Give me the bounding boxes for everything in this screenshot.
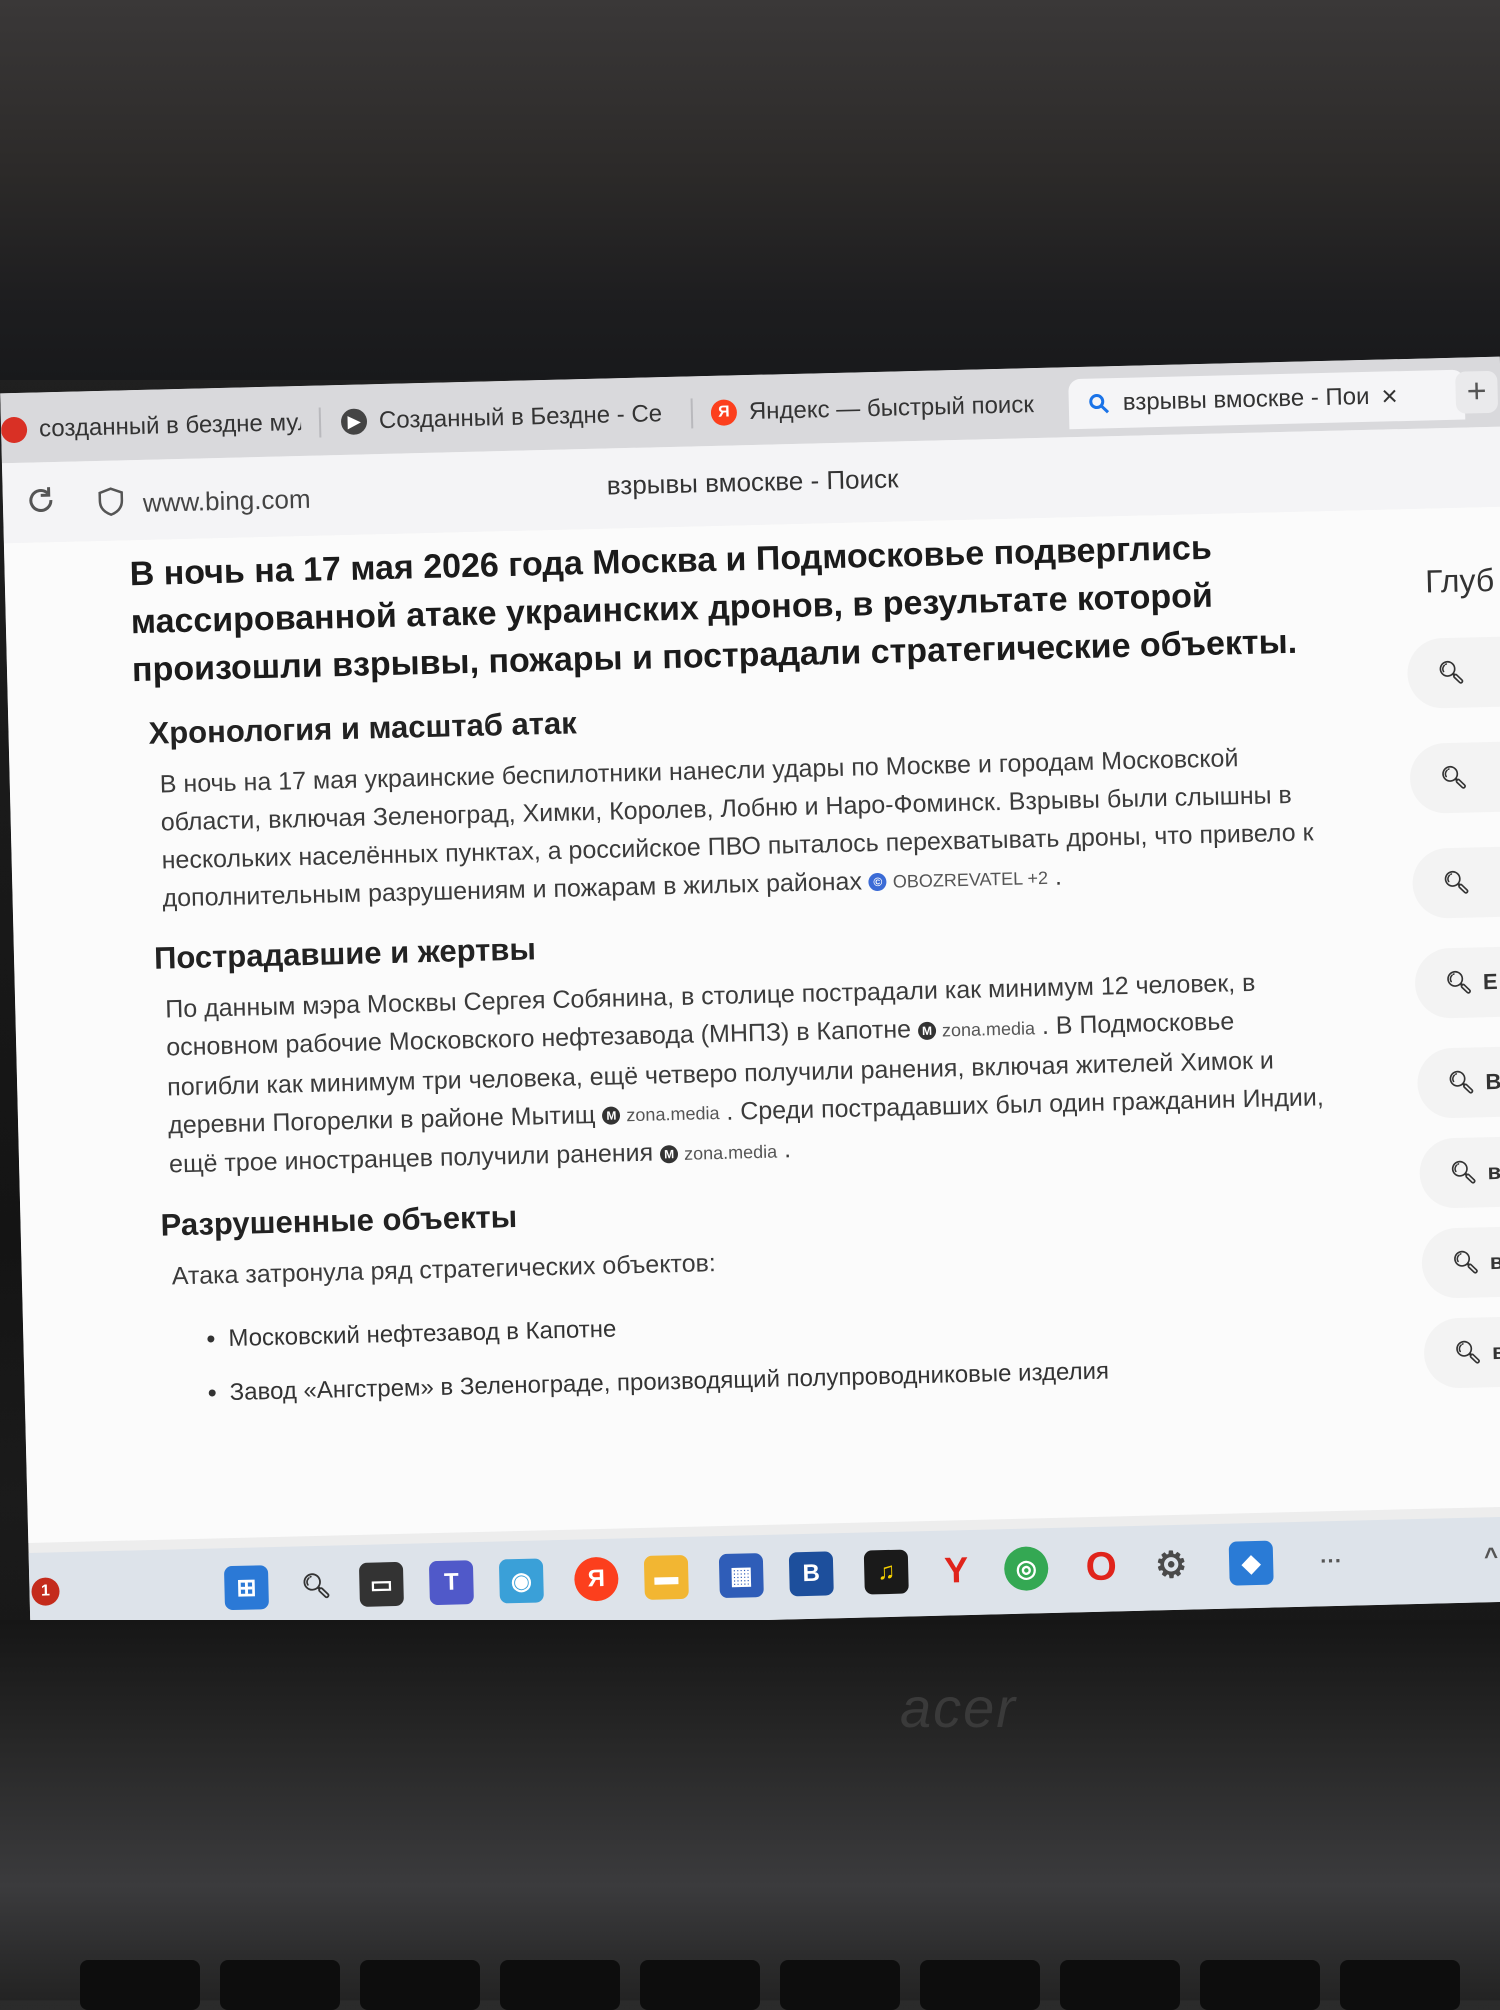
tab-label: взрывы вмоскве - Пои: [1122, 382, 1370, 416]
source-icon: M: [659, 1144, 679, 1163]
search-icon: 🔍︎: [1447, 1069, 1476, 1096]
yandex-music-icon[interactable]: ♫: [863, 1549, 909, 1595]
laptop-brand-logo: acer: [900, 1676, 1017, 1739]
vk-icon[interactable]: B: [788, 1551, 834, 1597]
keyboard-key: [1340, 1960, 1460, 2010]
keyboard-key: [1200, 1960, 1320, 2010]
related-search-item[interactable]: 🔍︎ взр: [1421, 1224, 1500, 1299]
keyboard-key: [1060, 1960, 1180, 2010]
source-icon: ©: [868, 873, 888, 892]
new-tab-button[interactable]: +: [1455, 370, 1499, 414]
tab-1[interactable]: созданный в бездне муль: [0, 398, 302, 455]
red-dot-icon: [0, 416, 28, 444]
tab-3[interactable]: Я Яндекс — быстрый поиск: [710, 380, 1051, 438]
keyboard-key: [780, 1960, 900, 2010]
file-explorer-icon[interactable]: ▬: [643, 1554, 689, 1600]
source-label: zona.media: [683, 1141, 778, 1164]
search-icon: 🔍︎: [1451, 1249, 1481, 1276]
objects-list: Московский нефтезавод в Капотне Завод «А…: [188, 1284, 1350, 1420]
source-label: OBOZREVATEL +2: [892, 868, 1049, 893]
search-icon: 🔍︎: [1444, 969, 1474, 996]
close-tab-icon[interactable]: ×: [1381, 380, 1398, 412]
related-searches-panel: Глуб 🔍︎ 🔍︎ 🔍︎ 🔍︎ Е Н 🔍︎ В П 🔍︎ вз 🔍︎ взр 🔍︎ в…: [1383, 507, 1500, 1510]
app-icon[interactable]: ◆: [1228, 1540, 1274, 1586]
tab-label: Созданный в Бездне - Се: [378, 400, 663, 435]
related-search-item[interactable]: 🔍︎ вз: [1418, 1134, 1500, 1209]
source-link[interactable]: © OBOZREVATEL +2: [868, 859, 1048, 901]
yandex-icon: Я: [710, 399, 738, 426]
related-search-item[interactable]: 🔍︎ Е Н: [1414, 944, 1500, 1019]
keyboard-key: [640, 1960, 760, 2010]
keyboard-key: [500, 1960, 620, 2010]
related-search-item[interactable]: 🔍︎ В П: [1416, 1044, 1500, 1119]
tab-2[interactable]: ▶ Созданный в Бездне - Се: [340, 389, 671, 447]
search-icon: 🔍︎: [1437, 659, 1466, 686]
paragraph-text: В ночь на 17 мая украинские беспилотники…: [159, 744, 1314, 913]
related-search-item[interactable]: 🔍︎: [1409, 739, 1500, 814]
browser-icon[interactable]: ◉: [498, 1558, 544, 1604]
tab-separator: [318, 407, 322, 438]
notification-badge[interactable]: 1: [31, 1577, 60, 1606]
sidebar-title: Глуб: [1424, 561, 1495, 600]
tab-label: созданный в бездне муль: [38, 408, 302, 443]
yandex-icon[interactable]: Я: [573, 1556, 619, 1602]
page-title: взрывы вмоскве - Поиск: [606, 463, 899, 501]
start-icon[interactable]: ⊞: [223, 1565, 270, 1611]
source-link[interactable]: M zona.media: [917, 1009, 1036, 1050]
teams-icon[interactable]: T: [428, 1560, 474, 1606]
store-icon[interactable]: ▦: [718, 1553, 764, 1599]
source-label: zona.media: [626, 1103, 720, 1126]
search-icon: 🔍︎: [1442, 869, 1471, 896]
more-icon[interactable]: ···: [1309, 1539, 1354, 1584]
keyboard-key: [80, 1960, 200, 2010]
source-link[interactable]: M zona.media: [602, 1094, 720, 1135]
search-icon[interactable]: 🔍︎: [294, 1563, 339, 1608]
source-icon: M: [602, 1106, 621, 1125]
related-search-label: В П: [1485, 1068, 1500, 1095]
play-icon: ▶: [340, 408, 368, 436]
section-text: По данным мэра Москвы Сергея Собянина, в…: [164, 969, 1325, 1179]
keyboard-key: [920, 1960, 1040, 2010]
laptop-body: acer: [0, 1620, 1500, 2010]
keyboard-key: [220, 1960, 340, 2010]
lead-heading: В ночь на 17 мая 2026 года Москва и Подм…: [129, 528, 1298, 690]
search-icon: [1089, 394, 1110, 414]
keyboard-key: [360, 1960, 480, 2010]
tab-4-active[interactable]: взрывы вмоскве - Пои ×: [1068, 369, 1466, 430]
source-icon: M: [917, 1021, 937, 1040]
section-text: В ночь на 17 мая украинские беспилотники…: [159, 744, 1314, 913]
search-icon: 🔍︎: [1439, 764, 1469, 791]
yandex-browser-icon[interactable]: Y: [934, 1548, 979, 1593]
related-search-item[interactable]: 🔍︎: [1411, 844, 1500, 919]
related-search-label: взр: [1491, 1338, 1500, 1365]
chrome-icon[interactable]: ◎: [1003, 1546, 1049, 1592]
answer-panel: В ночь на 17 мая 2026 года Москва и Подм…: [129, 521, 1350, 1422]
task-view-icon[interactable]: ▭: [358, 1561, 404, 1607]
laptop-bezel-top: [0, 0, 1500, 380]
source-link[interactable]: M zona.media: [659, 1132, 778, 1173]
tab-separator: [690, 398, 694, 429]
chevron-up-icon[interactable]: ^: [1469, 1535, 1500, 1580]
tab-label: Яндекс — быстрый поиск: [748, 391, 1035, 426]
related-search-item[interactable]: 🔍︎ взр: [1423, 1314, 1500, 1389]
laptop-screen: созданный в бездне муль ▶ Созданный в Бе…: [0, 356, 1500, 1638]
opera-icon[interactable]: O: [1079, 1544, 1124, 1589]
settings-icon[interactable]: ⚙: [1149, 1543, 1194, 1588]
page-content: В ночь на 17 мая 2026 года Москва и Подм…: [3, 506, 1500, 1543]
related-search-label: Е Н: [1482, 968, 1500, 995]
related-search-item[interactable]: 🔍︎: [1406, 634, 1500, 710]
related-search-label: вз: [1487, 1158, 1500, 1185]
search-icon: 🔍︎: [1449, 1159, 1478, 1186]
source-label: zona.media: [941, 1018, 1036, 1041]
search-icon: 🔍︎: [1453, 1339, 1483, 1366]
related-search-label: взр: [1489, 1248, 1500, 1275]
